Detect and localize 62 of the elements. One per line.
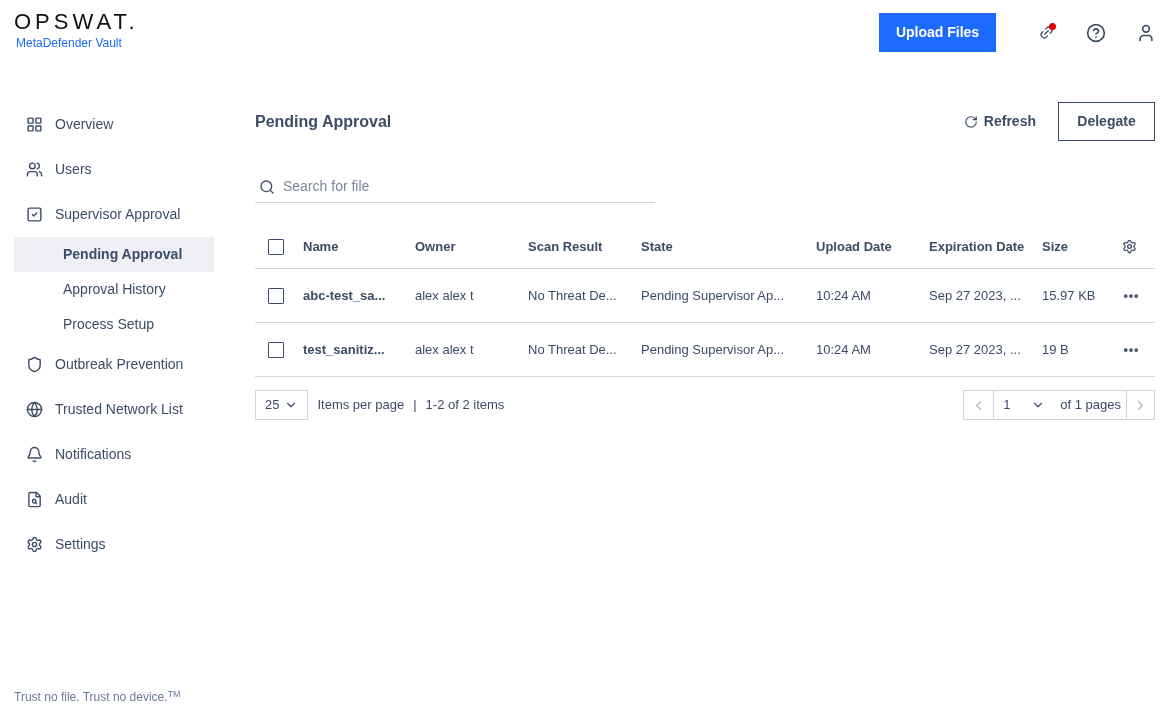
column-header: Owner	[415, 237, 457, 256]
shield-icon	[26, 356, 43, 373]
refresh-icon	[963, 114, 978, 129]
table-cell-text: Pending Supervisor Ap...	[641, 286, 786, 305]
column-header: Size	[1042, 237, 1069, 256]
settings-icon[interactable]	[1122, 239, 1137, 254]
page-size-dropdown[interactable]: 25	[255, 390, 309, 420]
table-cell-text: No Threat De...	[528, 286, 618, 305]
sidebar-item[interactable]: Overview	[14, 102, 214, 147]
help-icon[interactable]	[1086, 22, 1106, 43]
refresh-button[interactable]: Refresh	[963, 111, 1036, 132]
table-cell-text: No Threat De...	[528, 340, 618, 359]
items-per-page-label: Items per page	[317, 396, 405, 415]
product-name: MetaDefender Vault	[16, 35, 123, 52]
footer-slogan: Trust no file. Trust no device.$^{TM}$	[14, 688, 181, 706]
column-header: Upload Date	[816, 237, 893, 256]
bell-icon	[26, 446, 43, 463]
checkbox[interactable]	[268, 341, 284, 358]
user-icon[interactable]	[1136, 22, 1156, 43]
sidebar-item[interactable]: Audit	[14, 477, 214, 522]
upload-files-button[interactable]: Upload Files	[879, 13, 996, 52]
checkbox-icon	[26, 206, 43, 223]
grid-icon	[26, 116, 43, 133]
sidebar-item[interactable]: Outbreak Prevention	[14, 342, 214, 387]
search-icon	[259, 178, 275, 195]
range-label: 1-2 of 2 items	[425, 396, 505, 415]
sidebar-item[interactable]: Notifications	[14, 432, 214, 477]
document-icon	[26, 491, 43, 508]
logo: OPSWAT.	[14, 10, 139, 34]
sidebar-item[interactable]: Supervisor Approval	[14, 192, 214, 237]
table-cell-text: Pending Supervisor Ap...	[641, 340, 786, 359]
sidebar-subitem[interactable]: Approval History	[14, 272, 214, 307]
table-cell-text: alex alex t	[415, 286, 475, 305]
column-header: Name	[303, 237, 340, 256]
column-header: State	[641, 237, 674, 256]
table-cell-text: Sep 27 2023, ...	[929, 340, 1022, 359]
table-cell-text: Sep 27 2023, ...	[929, 286, 1022, 305]
sidebar-subitem[interactable]: Pending Approval	[14, 237, 214, 272]
table-cell-text: 10:24 AM	[816, 340, 872, 359]
table-cell-text: 19 B	[1042, 340, 1070, 359]
table-cell-text: abc-test_sa...	[303, 286, 387, 305]
table-cell-text: test_sanitiz...	[303, 340, 386, 359]
table-cell-text: 10:24 AM	[816, 286, 872, 305]
search-field[interactable]: Search for file	[283, 176, 651, 197]
checkbox[interactable]	[268, 238, 284, 255]
globe-icon	[26, 401, 43, 418]
table-cell-text: alex alex t	[415, 340, 475, 359]
table-cell-text: 15.97 KB	[1042, 286, 1097, 305]
users-icon	[26, 161, 43, 178]
page-dropdown[interactable]: 1	[994, 395, 1055, 415]
column-header: Expiration Date	[929, 237, 1026, 256]
sidebar-subitem[interactable]: Process Setup	[14, 307, 214, 342]
settings-icon	[26, 536, 43, 553]
delegate-button[interactable]: Delegate	[1058, 102, 1155, 141]
sidebar-item[interactable]: Settings	[14, 522, 214, 567]
page-title: Pending Approval	[255, 111, 392, 132]
checkbox[interactable]	[268, 287, 284, 304]
sidebar-item[interactable]: Trusted Network List	[14, 387, 214, 432]
column-header: Scan Result	[528, 237, 604, 256]
page-count-label: of 1 pages	[1060, 396, 1121, 415]
sidebar-item[interactable]: Users	[14, 147, 214, 192]
separator: |	[413, 396, 417, 415]
